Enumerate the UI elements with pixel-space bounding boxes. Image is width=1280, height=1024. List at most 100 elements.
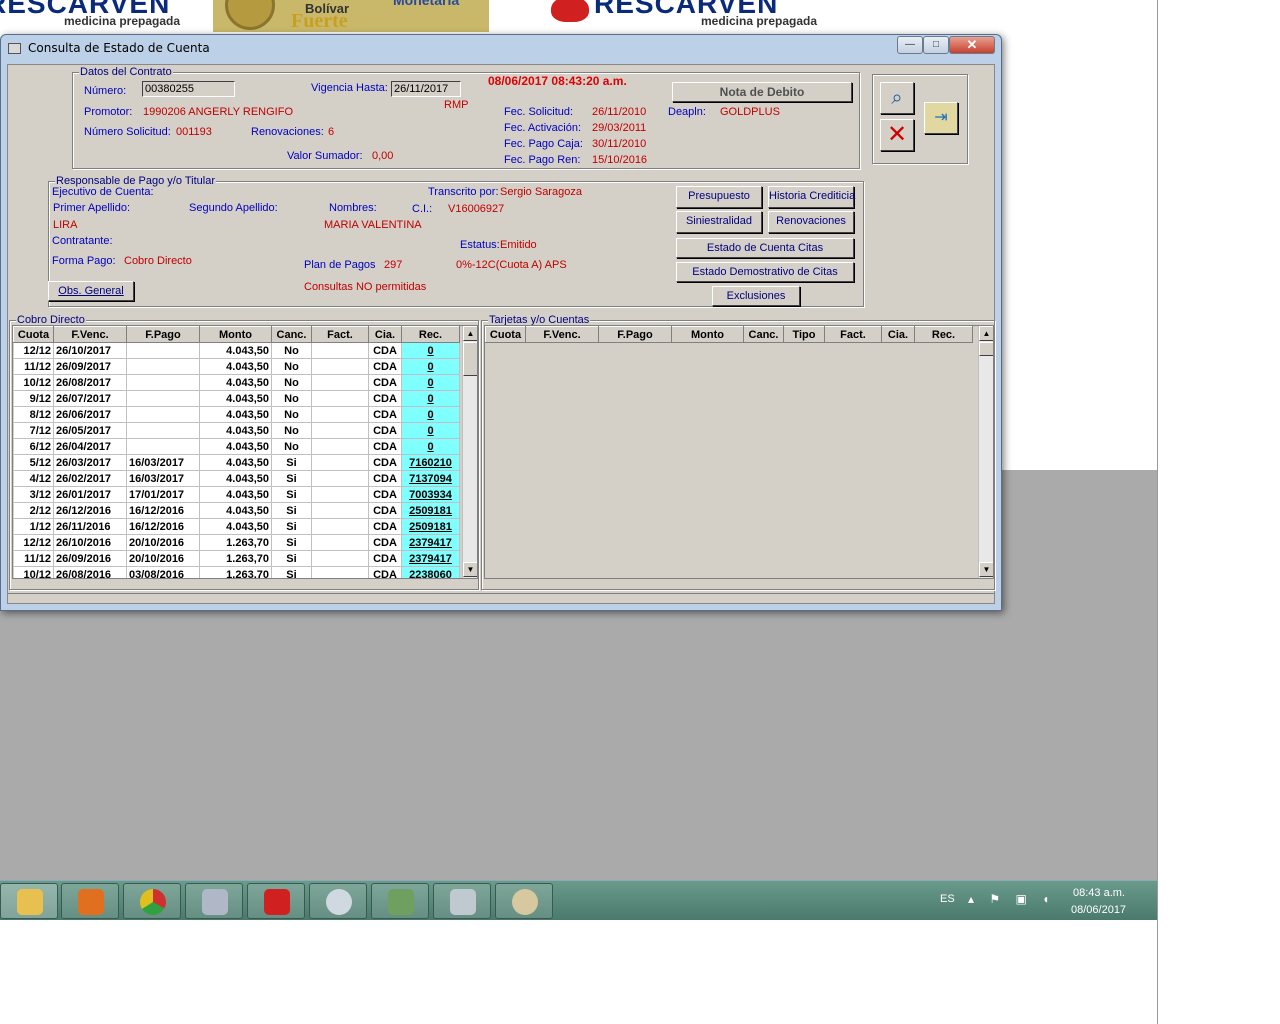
table-cell: 4.043,50 (199, 390, 272, 407)
table-row[interactable]: 12/12 26/10/2017 4.043,50 No CDA 0 (13, 342, 460, 359)
tarjetas-col-header[interactable]: Tipo (783, 326, 825, 343)
vigencia-field[interactable]: 26/11/2017 (391, 81, 461, 97)
close-button[interactable]: ✕ (949, 36, 995, 54)
clock-date[interactable]: 08/06/2017 (1071, 904, 1126, 916)
exit-door-icon[interactable]: ⇥ (924, 102, 958, 134)
cobro-col-header[interactable]: Canc. (271, 326, 312, 343)
media-player-icon[interactable] (61, 883, 119, 919)
table-row[interactable]: 2/12 26/12/2016 16/12/2016 4.043,50 Si CDA 250… (13, 502, 460, 519)
cobro-col-header[interactable]: F.Venc. (53, 326, 127, 343)
title-bar[interactable]: Consulta de Estado de Cuenta — □ ✕ (1, 35, 1001, 63)
taskbar: ES ▴ ⚑ ▣ ◖ 08:43 a.m. 08/06/2017 (0, 880, 1157, 920)
numero-field[interactable]: 00380255 (142, 81, 235, 97)
scroll-up-icon[interactable]: ▲ (463, 326, 477, 341)
calculator-icon[interactable] (433, 883, 491, 919)
table-row[interactable]: 10/12 26/08/2016 03/08/2016 1.263,70 Si CDA 22… (13, 566, 460, 578)
table-cell[interactable]: 2509181 (401, 518, 460, 535)
table-cell[interactable]: 2238060 (401, 566, 460, 578)
table-cell: 20/10/2016 (126, 534, 200, 551)
tarjetas-col-header[interactable]: F.Pago (598, 326, 672, 343)
table-row[interactable]: 4/12 26/02/2017 16/03/2017 4.043,50 Si CDA 713… (13, 470, 460, 487)
forma-pago-value: Cobro Directo (124, 255, 192, 267)
table-cell[interactable]: 0 (401, 342, 460, 359)
plan-pagos-desc: 0%-12C(Cuota A) APS (456, 259, 567, 271)
tarjetas-col-header[interactable]: Canc. (743, 326, 784, 343)
table-row[interactable]: 9/12 26/07/2017 4.043,50 No CDA 0 (13, 390, 460, 407)
table-row[interactable]: 11/12 26/09/2017 4.043,50 No CDA 0 (13, 358, 460, 375)
table-cell[interactable]: 7137094 (401, 470, 460, 487)
table-cell[interactable]: 0 (401, 358, 460, 375)
table-row[interactable]: 8/12 26/06/2017 4.043,50 No CDA 0 (13, 406, 460, 423)
tarjetas-col-header[interactable]: F.Venc. (525, 326, 599, 343)
scroll-thumb[interactable] (463, 342, 477, 376)
estado-demostrativo-button[interactable]: Estado Demostrativo de Citas (676, 262, 854, 282)
language-indicator[interactable]: ES (940, 893, 955, 905)
tarjetas-col-header[interactable]: Rec. (914, 326, 973, 343)
cobro-col-header[interactable]: Cia. (368, 326, 402, 343)
table-cell[interactable]: 2379417 (401, 550, 460, 567)
table-cell[interactable]: 7160210 (401, 454, 460, 471)
scroll-down-icon[interactable]: ▼ (979, 562, 993, 577)
table-cell: 4.043,50 (199, 454, 272, 471)
table-cell[interactable]: 0 (401, 374, 460, 391)
renovaciones-button[interactable]: Renovaciones (768, 211, 854, 233)
tarjetas-col-header[interactable]: Monto (671, 326, 744, 343)
minimize-button[interactable]: — (897, 36, 923, 54)
tools-icon[interactable] (185, 883, 243, 919)
table-cell[interactable]: 2509181 (401, 502, 460, 519)
chrome-icon[interactable] (123, 883, 181, 919)
table-cell[interactable]: 0 (401, 406, 460, 423)
window-client: Datos del Contrato Número: 00380255 Vige… (7, 64, 995, 604)
tarjetas-col-header[interactable]: Fact. (824, 326, 882, 343)
cobro-col-header[interactable]: Fact. (311, 326, 369, 343)
scroll-up-icon[interactable]: ▲ (979, 326, 993, 341)
table-cell (311, 374, 369, 391)
scroll-down-icon[interactable]: ▼ (463, 562, 477, 577)
table-cell: CDA (368, 438, 402, 455)
table-row[interactable]: 1/12 26/11/2016 16/12/2016 4.043,50 Si CDA 250… (13, 518, 460, 535)
table-row[interactable]: 10/12 26/08/2017 4.043,50 No CDA 0 (13, 374, 460, 391)
cobro-scrollbar[interactable]: ▲ ▼ (462, 326, 477, 578)
table-row[interactable]: 12/12 26/10/2016 20/10/2016 1.263,70 Si CDA 23… (13, 534, 460, 551)
table-row[interactable]: 3/12 26/01/2017 17/01/2017 4.043,50 Si CDA 700… (13, 486, 460, 503)
tarjetas-scrollbar[interactable]: ▲ ▼ (978, 326, 993, 578)
tray-icons[interactable]: ▴ ⚑ ▣ ◖ (968, 892, 1055, 906)
table-cell: 26/03/2017 (53, 454, 127, 471)
table-cell: CDA (368, 550, 402, 567)
cobro-col-header[interactable]: Rec. (401, 326, 460, 343)
nota-debito-button[interactable]: Nota de Debito (672, 82, 852, 102)
table-cell[interactable]: 0 (401, 390, 460, 407)
table-row[interactable]: 5/12 26/03/2017 16/03/2017 4.043,50 Si CDA 716… (13, 454, 460, 471)
estado-cuenta-citas-button[interactable]: Estado de Cuenta Citas (676, 238, 854, 258)
scroll-thumb[interactable] (979, 342, 993, 356)
table-row[interactable]: 7/12 26/05/2017 4.043,50 No CDA 0 (13, 422, 460, 439)
cobro-col-header[interactable]: Monto (199, 326, 272, 343)
paint-icon[interactable] (495, 883, 553, 919)
table-cell[interactable]: 2379417 (401, 534, 460, 551)
tarjetas-col-header[interactable]: Cia. (881, 326, 915, 343)
siniestralidad-button[interactable]: Siniestralidad (676, 211, 762, 233)
close-icon[interactable]: ✕ (880, 119, 914, 151)
table-cell[interactable]: 7003934 (401, 486, 460, 503)
obs-general-button[interactable]: Obs. General (48, 281, 134, 301)
explorer-icon[interactable] (0, 883, 58, 919)
network-app-icon[interactable] (371, 883, 429, 919)
cobro-col-header[interactable]: F.Pago (126, 326, 200, 343)
presupuesto-button[interactable]: Presupuesto (676, 186, 762, 208)
clock-time[interactable]: 08:43 a.m. (1073, 887, 1125, 899)
table-row[interactable]: 6/12 26/04/2017 4.043,50 No CDA 0 (13, 438, 460, 455)
maximize-button[interactable]: □ (923, 36, 949, 54)
rescarven-icon[interactable] (247, 883, 305, 919)
table-cell: Si (271, 550, 312, 567)
historia-crediticia-button[interactable]: Historia Crediticia (768, 186, 855, 208)
table-cell[interactable]: 0 (401, 422, 460, 439)
tarjetas-table[interactable]: Cuota F.Venc. F.Pago Monto Canc. Tipo Fact. Cia… (484, 325, 994, 579)
exclusiones-button[interactable]: Exclusiones (712, 286, 800, 306)
table-row[interactable]: 11/12 26/09/2016 20/10/2016 1.263,70 Si CDA 23… (13, 550, 460, 567)
search-icon[interactable]: ⌕ (880, 82, 914, 114)
table-cell[interactable]: 0 (401, 438, 460, 455)
cobro-col-header[interactable]: Cuota (13, 326, 54, 343)
cobro-table[interactable]: Cuota F.Venc. F.Pago Monto Canc. Fact. Cia. Rec… (12, 325, 478, 579)
tarjetas-col-header[interactable]: Cuota (485, 326, 526, 343)
globe-icon[interactable] (309, 883, 367, 919)
